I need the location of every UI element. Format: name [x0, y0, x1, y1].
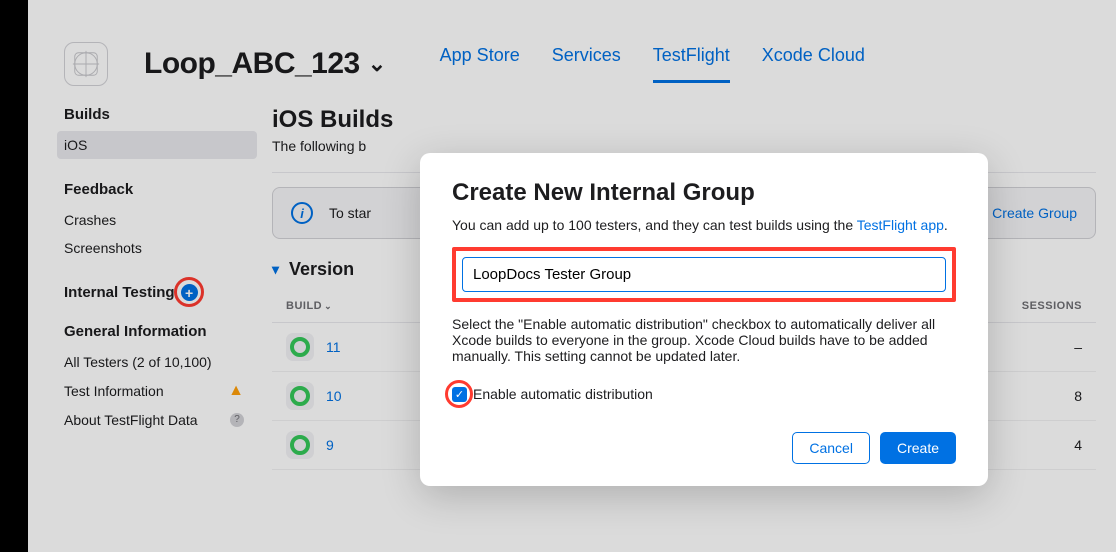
cancel-button[interactable]: Cancel	[792, 432, 870, 464]
modal-buttons: Cancel Create	[452, 432, 956, 464]
modal-title: Create New Internal Group	[452, 179, 956, 207]
create-internal-group-modal: Create New Internal Group You can add up…	[420, 153, 988, 486]
checkbox-label: Enable automatic distribution	[473, 386, 653, 402]
modal-note: Select the "Enable automatic distributio…	[452, 316, 956, 364]
create-button[interactable]: Create	[880, 432, 956, 464]
testflight-app-link[interactable]: TestFlight app	[857, 217, 944, 233]
modal-description: You can add up to 100 testers, and they …	[452, 217, 956, 233]
auto-distribution-row: ✓ Enable automatic distribution	[452, 386, 956, 402]
input-highlight	[452, 247, 956, 302]
highlight-circle	[445, 380, 473, 408]
group-name-input[interactable]	[462, 257, 946, 292]
